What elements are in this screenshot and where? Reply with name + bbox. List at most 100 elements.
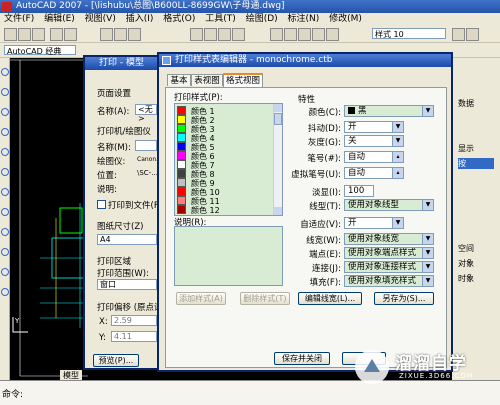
menu-file[interactable]: 文件(F) xyxy=(4,14,34,24)
offset-x-input[interactable]: 2.59 xyxy=(111,315,157,326)
joinstyle-select[interactable]: 使用对象连接样式 ▼ xyxy=(344,261,434,273)
list-item[interactable]: 颜色 2 xyxy=(177,115,215,125)
save-as-button[interactable]: 另存为(S)... xyxy=(374,292,434,305)
plot-range-select[interactable]: 窗口 xyxy=(97,279,157,290)
pen-number-spinner[interactable]: 自动 ▴ xyxy=(344,151,404,163)
arc-icon[interactable] xyxy=(1,148,9,156)
list-item[interactable]: 颜色 6 xyxy=(177,151,215,161)
paste-icon[interactable] xyxy=(128,28,141,41)
list-item[interactable]: 颜色 8 xyxy=(177,169,215,179)
save-and-close-button[interactable]: 保存并关闭 xyxy=(274,352,330,365)
scroll-thumb[interactable] xyxy=(274,113,282,125)
panel-label: 对象 xyxy=(458,259,474,268)
edit-lineweights-button[interactable]: 编辑线宽(L)... xyxy=(298,292,362,305)
list-item[interactable]: 颜色 5 xyxy=(177,142,215,152)
zoom-previous-icon[interactable] xyxy=(232,28,245,41)
tool-palettes-icon[interactable] xyxy=(298,28,311,41)
plot-icon[interactable] xyxy=(50,28,63,41)
linetype-select[interactable]: 使用对象线型 ▼ xyxy=(344,199,434,211)
editor-icon xyxy=(162,56,171,65)
zoom-window-icon[interactable] xyxy=(218,28,231,41)
scroll-down-icon[interactable] xyxy=(274,207,282,215)
menu-dimension[interactable]: 标注(N) xyxy=(288,14,320,24)
ellipse-icon[interactable] xyxy=(1,208,9,216)
line-icon[interactable] xyxy=(1,68,9,76)
grayscale-select[interactable]: 关 ▼ xyxy=(344,135,404,147)
screening-input[interactable]: 100 xyxy=(344,185,374,197)
zoom-icon[interactable] xyxy=(204,28,217,41)
chevron-down-icon: ▼ xyxy=(422,200,433,210)
cut-icon[interactable] xyxy=(100,28,113,41)
table-style-icon[interactable] xyxy=(466,28,479,41)
text-style-combo[interactable]: 样式 10 xyxy=(372,28,446,39)
lineweight-select[interactable]: 使用对象线宽 ▼ xyxy=(344,233,434,245)
command-prompt: 命令: xyxy=(2,390,24,400)
workspace-combo[interactable]: AutoCAD 经典 xyxy=(4,45,76,56)
description-textarea[interactable] xyxy=(174,226,283,286)
adaptive-select[interactable]: 开 ▼ xyxy=(344,217,404,229)
rectangle-icon[interactable] xyxy=(1,128,9,136)
dither-select[interactable]: 开 ▼ xyxy=(344,121,404,133)
list-scrollbar[interactable] xyxy=(273,104,282,215)
menu-tools[interactable]: 工具(T) xyxy=(205,14,236,24)
design-center-icon[interactable] xyxy=(284,28,297,41)
checkbox-icon[interactable] xyxy=(97,200,106,209)
list-item[interactable]: 颜色 11 xyxy=(177,196,220,206)
plot-area-label: 打印区域 xyxy=(97,257,132,267)
list-item[interactable]: 颜色 12 xyxy=(177,205,220,215)
save-icon[interactable] xyxy=(32,28,45,41)
fillstyle-select[interactable]: 使用对象填充样式 ▼ xyxy=(344,275,434,287)
spline-icon[interactable] xyxy=(1,188,9,196)
menu-insert[interactable]: 插入(I) xyxy=(126,14,154,24)
hatch-icon[interactable] xyxy=(1,288,9,296)
list-item[interactable]: 颜色 4 xyxy=(177,133,215,143)
plot-styles-list[interactable]: 颜色 1 颜色 2 颜色 3 颜色 4 颜色 5 颜色 6 颜色 7 颜色 8 … xyxy=(174,103,283,216)
offset-y-input[interactable]: 4.11 xyxy=(111,331,157,342)
dither-value: 开 xyxy=(348,122,357,132)
scroll-up-icon[interactable] xyxy=(274,104,282,112)
insert-block-icon[interactable] xyxy=(1,228,9,236)
list-item[interactable]: 颜色 1 xyxy=(177,106,215,116)
point-icon[interactable] xyxy=(1,268,9,276)
menu-edit[interactable]: 编辑(E) xyxy=(44,14,75,24)
dim-style-icon[interactable] xyxy=(452,28,465,41)
tab-form-view[interactable]: 格式视图 xyxy=(223,73,263,87)
paper-size-select[interactable]: A4 xyxy=(97,234,157,245)
printer-name-label: 名称(M): xyxy=(97,143,131,153)
delete-style-button[interactable]: 删除样式(T) xyxy=(240,292,290,305)
fillstyle-label: 填充(F): xyxy=(309,278,341,288)
copy-icon[interactable] xyxy=(114,28,127,41)
polygon-icon[interactable] xyxy=(1,108,9,116)
preview-button[interactable]: 预览(P)... xyxy=(93,354,139,367)
page-setup-name-select[interactable]: <无> xyxy=(135,104,157,123)
printer-name-select[interactable] xyxy=(135,140,157,151)
print-to-file-checkbox[interactable]: 打印到文件(F) xyxy=(97,199,162,211)
menu-draw[interactable]: 绘图(D) xyxy=(246,14,278,24)
help-icon[interactable] xyxy=(326,28,339,41)
properties-icon[interactable] xyxy=(270,28,283,41)
tab-general[interactable]: 基本 xyxy=(167,74,191,86)
preview-icon[interactable] xyxy=(64,28,77,41)
new-icon[interactable] xyxy=(4,28,17,41)
form-view-panel: 打印样式(P): 颜色 1 颜色 2 颜色 3 颜色 4 颜色 5 颜色 6 颜… xyxy=(165,87,447,368)
list-item[interactable]: 颜色 3 xyxy=(177,124,215,134)
list-item[interactable]: 颜色 7 xyxy=(177,160,215,170)
circle-icon[interactable] xyxy=(1,168,9,176)
open-icon[interactable] xyxy=(18,28,31,41)
pan-icon[interactable] xyxy=(190,28,203,41)
list-item[interactable]: 颜色 10 xyxy=(177,187,220,197)
color-select[interactable]: 黑 ▼ xyxy=(344,105,434,117)
endstyle-select[interactable]: 使用对象端点样式 ▼ xyxy=(344,247,434,259)
list-item[interactable]: 颜色 9 xyxy=(177,178,215,188)
menu-format[interactable]: 格式(O) xyxy=(163,14,195,24)
menu-view[interactable]: 视图(V) xyxy=(85,14,116,24)
tab-table-view[interactable]: 表视图 xyxy=(191,74,223,86)
menu-modify[interactable]: 修改(M) xyxy=(329,14,362,24)
add-style-button[interactable]: 添加样式(A) xyxy=(176,292,226,305)
panel-selected-item[interactable]: 按 xyxy=(458,158,494,169)
virtual-pen-spinner[interactable]: 自动 ▴ xyxy=(344,167,404,179)
panel-label: 时象 xyxy=(458,274,474,283)
calculator-icon[interactable] xyxy=(312,28,325,41)
make-block-icon[interactable] xyxy=(1,248,9,256)
polyline-icon[interactable] xyxy=(1,88,9,96)
